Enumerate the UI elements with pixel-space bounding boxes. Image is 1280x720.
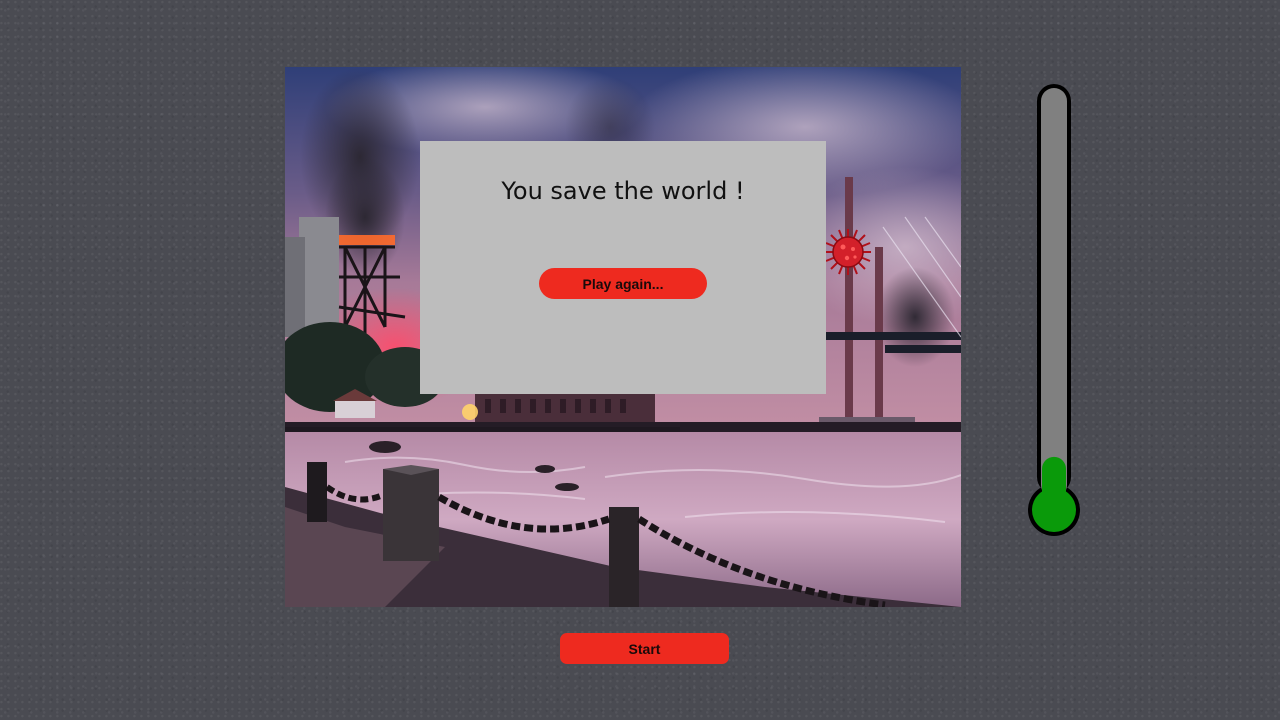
result-message: You save the world ! (501, 177, 745, 205)
thermometer-bulb (1032, 488, 1076, 532)
thermometer-tube (1041, 88, 1067, 498)
start-button[interactable]: Start (560, 633, 729, 664)
play-again-button[interactable]: Play again... (539, 268, 707, 299)
thermometer-gauge (1028, 84, 1080, 536)
virus-icon[interactable] (823, 227, 873, 277)
thermometer (1028, 82, 1082, 540)
result-dialog: You save the world ! Play again... (420, 141, 826, 394)
